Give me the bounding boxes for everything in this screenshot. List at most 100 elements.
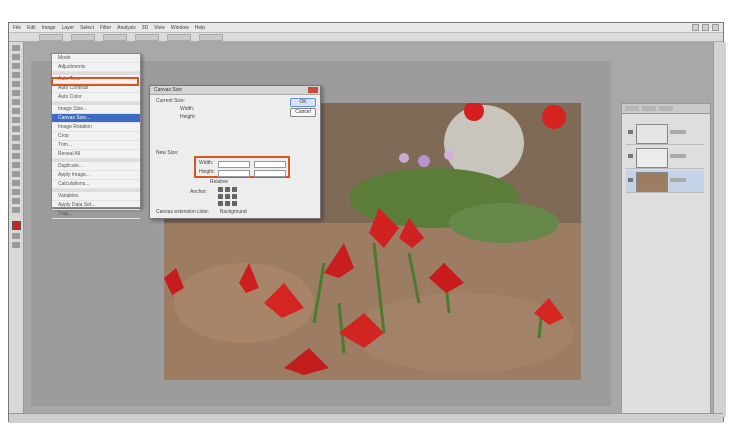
anchor-cell[interactable] bbox=[232, 187, 237, 192]
dialog-close-button[interactable] bbox=[308, 87, 318, 93]
layer-thumbnail bbox=[636, 172, 668, 192]
menu-3d[interactable]: 3D bbox=[142, 25, 148, 31]
menu-item-duplicate[interactable]: Duplicate... bbox=[52, 162, 140, 171]
eye-icon[interactable] bbox=[628, 154, 633, 158]
anchor-cell[interactable] bbox=[225, 201, 230, 206]
height-unit-select[interactable] bbox=[254, 170, 286, 177]
menu-item-calculations[interactable]: Calculations... bbox=[52, 180, 140, 189]
anchor-cell[interactable] bbox=[232, 194, 237, 199]
menu-item-crop[interactable]: Crop bbox=[52, 132, 140, 141]
option-control[interactable] bbox=[167, 33, 191, 41]
canvas-size-dialog: Canvas Size Current Size: Width: Height:… bbox=[149, 85, 321, 219]
tab-paths[interactable] bbox=[659, 106, 673, 111]
option-control[interactable] bbox=[71, 33, 95, 41]
menu-item-apply-data-set[interactable]: Apply Data Set... bbox=[52, 201, 140, 210]
extension-color-select[interactable]: Background bbox=[220, 209, 247, 215]
option-control[interactable] bbox=[39, 33, 63, 41]
width-input[interactable] bbox=[218, 161, 250, 168]
crop-tool-icon[interactable] bbox=[12, 81, 20, 87]
history-brush-tool-icon[interactable] bbox=[12, 126, 20, 132]
anchor-grid[interactable] bbox=[218, 187, 237, 206]
option-control[interactable] bbox=[135, 33, 159, 41]
layer-name bbox=[670, 154, 686, 158]
layer-row-selected[interactable] bbox=[626, 170, 704, 193]
ok-button[interactable]: OK bbox=[290, 98, 316, 107]
hand-tool-icon[interactable] bbox=[12, 198, 20, 204]
move-tool-icon[interactable] bbox=[12, 45, 20, 51]
eraser-tool-icon[interactable] bbox=[12, 135, 20, 141]
zoom-tool-icon[interactable] bbox=[12, 207, 20, 213]
height-input[interactable] bbox=[218, 170, 250, 177]
panel-tabs bbox=[622, 104, 710, 114]
anchor-cell[interactable] bbox=[225, 194, 230, 199]
tab-channels[interactable] bbox=[642, 106, 656, 111]
extension-color-label: Canvas extension color: bbox=[156, 209, 210, 215]
eye-icon[interactable] bbox=[628, 178, 633, 182]
width-unit-select[interactable] bbox=[254, 161, 286, 168]
menu-window[interactable]: Window bbox=[171, 25, 189, 31]
menu-bar: File Edit Image Layer Select Filter Anal… bbox=[9, 23, 723, 33]
foreground-color-swatch[interactable] bbox=[11, 221, 21, 230]
menu-item-apply-image[interactable]: Apply Image... bbox=[52, 171, 140, 180]
status-bar bbox=[9, 413, 723, 423]
anchor-cell[interactable] bbox=[218, 194, 223, 199]
menu-item-canvas-size[interactable]: Canvas Size... bbox=[52, 114, 140, 123]
menu-filter[interactable]: Filter bbox=[100, 25, 111, 31]
menu-item-auto-color[interactable]: Auto Color bbox=[52, 93, 140, 102]
menu-analysis[interactable]: Analysis bbox=[117, 25, 136, 31]
option-control[interactable] bbox=[103, 33, 127, 41]
menu-item-trap[interactable]: Trap... bbox=[52, 210, 140, 219]
marquee-tool-icon[interactable] bbox=[12, 54, 20, 60]
layer-row[interactable] bbox=[626, 146, 704, 169]
anchor-cell[interactable] bbox=[225, 187, 230, 192]
option-control[interactable] bbox=[199, 33, 223, 41]
menu-item-variables[interactable]: Variables bbox=[52, 192, 140, 201]
tools-panel bbox=[9, 42, 24, 417]
menu-item-mode[interactable]: Mode bbox=[52, 54, 140, 63]
menu-select[interactable]: Select bbox=[80, 25, 94, 31]
layer-row[interactable] bbox=[626, 122, 704, 145]
menu-edit[interactable]: Edit bbox=[27, 25, 36, 31]
menu-help[interactable]: Help bbox=[195, 25, 205, 31]
tab-layers[interactable] bbox=[625, 106, 639, 111]
menu-view[interactable]: View bbox=[154, 25, 165, 31]
lasso-tool-icon[interactable] bbox=[12, 63, 20, 69]
menu-item-adjustments[interactable]: Adjustments bbox=[52, 63, 140, 72]
minimize-button[interactable] bbox=[692, 24, 699, 31]
pen-tool-icon[interactable] bbox=[12, 162, 20, 168]
menu-item-image-rotation[interactable]: Image Rotation bbox=[52, 123, 140, 132]
relative-checkbox[interactable]: Relative bbox=[210, 179, 228, 185]
brush-tool-icon[interactable] bbox=[12, 108, 20, 114]
menu-item-reveal-all[interactable]: Reveal All bbox=[52, 150, 140, 159]
path-selection-tool-icon[interactable] bbox=[12, 180, 20, 186]
healing-tool-icon[interactable] bbox=[12, 99, 20, 105]
menu-file[interactable]: File bbox=[13, 25, 21, 31]
maximize-button[interactable] bbox=[702, 24, 709, 31]
photoshop-window: File Edit Image Layer Select Filter Anal… bbox=[8, 22, 726, 423]
type-tool-icon[interactable] bbox=[12, 171, 20, 177]
options-bar bbox=[9, 33, 723, 42]
new-size-highlight-box: Width: Height: bbox=[194, 156, 290, 178]
eye-icon[interactable] bbox=[628, 130, 633, 134]
shape-tool-icon[interactable] bbox=[12, 189, 20, 195]
layer-name bbox=[670, 178, 686, 182]
magic-wand-tool-icon[interactable] bbox=[12, 72, 20, 78]
close-button[interactable] bbox=[712, 24, 719, 31]
screen-mode-icon[interactable] bbox=[12, 242, 20, 248]
menu-item-trim[interactable]: Trim... bbox=[52, 141, 140, 150]
menu-image[interactable]: Image bbox=[42, 25, 56, 31]
gradient-tool-icon[interactable] bbox=[12, 144, 20, 150]
eyedropper-tool-icon[interactable] bbox=[12, 90, 20, 96]
dodge-tool-icon[interactable] bbox=[12, 153, 20, 159]
anchor-cell[interactable] bbox=[218, 201, 223, 206]
clone-stamp-tool-icon[interactable] bbox=[12, 117, 20, 123]
anchor-cell[interactable] bbox=[218, 187, 223, 192]
canvas-size-highlight-box bbox=[51, 77, 139, 86]
cancel-button[interactable]: Cancel bbox=[290, 108, 316, 117]
current-size-label: Current Size: bbox=[156, 98, 186, 104]
menu-item-image-size[interactable]: Image Size... bbox=[52, 105, 140, 114]
quick-mask-icon[interactable] bbox=[12, 233, 20, 239]
window-controls bbox=[692, 24, 719, 31]
menu-layer[interactable]: Layer bbox=[62, 25, 75, 31]
anchor-cell[interactable] bbox=[232, 201, 237, 206]
